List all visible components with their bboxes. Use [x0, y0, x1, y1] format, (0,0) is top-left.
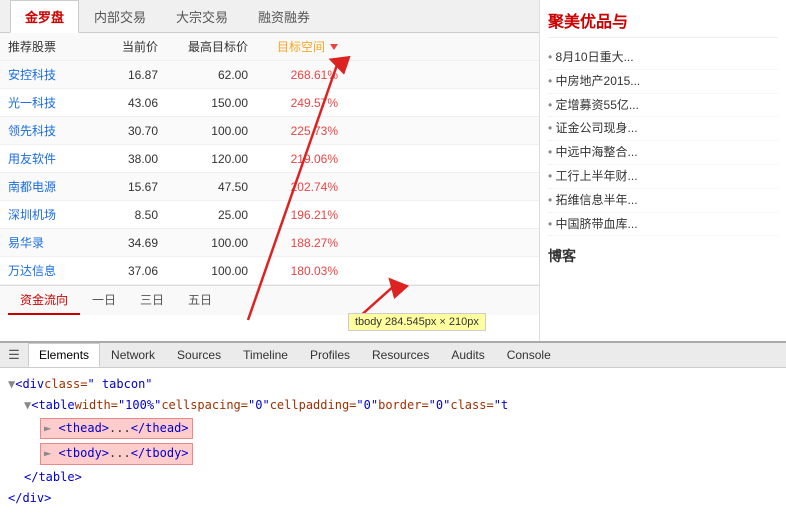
stock-name: 易华录 [8, 234, 88, 251]
stock-max-price: 25.00 [158, 208, 248, 222]
right-panel: 聚美优品与 8月10日重大...中房地产2015...定增募资55亿...证金公… [540, 0, 786, 350]
tab-internal-trade[interactable]: 内部交易 [79, 0, 161, 33]
news-list: 8月10日重大...中房地产2015...定增募资55亿...证金公司现身...… [548, 46, 778, 236]
stock-max-price: 47.50 [158, 180, 248, 194]
bottom-tab-资金流向[interactable]: 资金流向 [8, 286, 80, 315]
code-line: ► <thead>...</thead> [8, 416, 778, 441]
table-row[interactable]: 万达信息 37.06 100.00 180.03% [0, 257, 539, 285]
stock-name: 万达信息 [8, 262, 88, 279]
news-item[interactable]: 8月10日重大... [548, 46, 778, 70]
table-row[interactable]: 南都电源 15.67 47.50 202.74% [0, 173, 539, 201]
stock-max-price: 120.00 [158, 152, 248, 166]
bottom-tab-一日[interactable]: 一日 [80, 286, 128, 315]
devtools-tab-network[interactable]: Network [100, 343, 166, 367]
stock-cur-price: 34.69 [88, 236, 158, 250]
stock-cur-price: 8.50 [88, 208, 158, 222]
stock-name: 光一科技 [8, 94, 88, 111]
stock-max-price: 100.00 [158, 264, 248, 278]
code-line: </div> [8, 488, 778, 509]
table-row[interactable]: 深圳机场 8.50 25.00 196.21% [0, 201, 539, 229]
stock-cur-price: 16.87 [88, 68, 158, 82]
table-row[interactable]: 领先科技 30.70 100.00 225.73% [0, 117, 539, 145]
news-item[interactable]: 定增募资55亿... [548, 94, 778, 118]
stock-space: 188.27% [248, 236, 338, 250]
stock-table-body: 安控科技 16.87 62.00 268.61% 光一科技 43.06 150.… [0, 61, 539, 285]
col-header-price: 当前价 [88, 38, 158, 55]
stock-space: 225.73% [248, 124, 338, 138]
news-item[interactable]: 中房地产2015... [548, 70, 778, 94]
stock-space: 219.06% [248, 152, 338, 166]
news-item[interactable]: 证金公司现身... [548, 117, 778, 141]
devtools-icon-cursor[interactable]: ☰ [4, 343, 24, 367]
stock-space: 180.03% [248, 264, 338, 278]
stock-cur-price: 38.00 [88, 152, 158, 166]
bottom-tab-三日[interactable]: 三日 [128, 286, 176, 315]
devtools-tab-resources[interactable]: Resources [361, 343, 440, 367]
stock-name: 深圳机场 [8, 206, 88, 223]
stock-cur-price: 43.06 [88, 96, 158, 110]
stock-cur-price: 30.70 [88, 124, 158, 138]
tab-margin[interactable]: 融资融券 [243, 0, 325, 33]
devtools-tab-sources[interactable]: Sources [166, 343, 232, 367]
news-item[interactable]: 中远中海整合... [548, 141, 778, 165]
stock-space: 196.21% [248, 208, 338, 222]
stock-name: 安控科技 [8, 66, 88, 83]
bottom-tab-五日[interactable]: 五日 [176, 286, 224, 315]
table-row[interactable]: 安控科技 16.87 62.00 268.61% [0, 61, 539, 89]
stock-space: 249.57% [248, 96, 338, 110]
devtools-tab-profiles[interactable]: Profiles [299, 343, 361, 367]
tab-bar: 金罗盘 内部交易 大宗交易 融资融券 [0, 0, 539, 33]
stock-name: 用友软件 [8, 150, 88, 167]
code-line: ▼ <div class=" tabcon" [8, 374, 778, 395]
stock-name: 南都电源 [8, 178, 88, 195]
tab-block-trade[interactable]: 大宗交易 [161, 0, 243, 33]
stock-name: 领先科技 [8, 122, 88, 139]
stock-max-price: 100.00 [158, 236, 248, 250]
col-header-target: 最高目标价 [158, 38, 248, 55]
code-line: ▼ <table width="100%" cellspacing="0" ce… [8, 395, 778, 416]
devtools-code-area: ▼ <div class=" tabcon"▼ <table width="10… [0, 368, 786, 515]
stock-cur-price: 15.67 [88, 180, 158, 194]
tooltip-badge: tbody 284.545px × 210px [348, 313, 486, 331]
stock-space: 202.74% [248, 180, 338, 194]
col-header-stock: 推荐股票 [8, 38, 88, 55]
sort-arrow-icon [330, 44, 338, 50]
code-line: ► <tbody>...</tbody> [8, 441, 778, 466]
devtools-tab-bar: ☰ ElementsNetworkSourcesTimelineProfiles… [0, 343, 786, 368]
stock-cur-price: 37.06 [88, 264, 158, 278]
code-line: </table> [8, 467, 778, 488]
devtools-tab-timeline[interactable]: Timeline [232, 343, 299, 367]
table-row[interactable]: 用友软件 38.00 120.00 219.06% [0, 145, 539, 173]
stock-max-price: 100.00 [158, 124, 248, 138]
table-row[interactable]: 易华录 34.69 100.00 188.27% [0, 229, 539, 257]
devtools-tab-console[interactable]: Console [496, 343, 562, 367]
table-header: 推荐股票 当前价 最高目标价 目标空间 [0, 33, 539, 61]
devtools-panel: ☰ ElementsNetworkSourcesTimelineProfiles… [0, 341, 786, 515]
stock-max-price: 62.00 [158, 68, 248, 82]
company-title: 聚美优品与 [548, 8, 778, 38]
devtools-tab-audits[interactable]: Audits [440, 343, 495, 367]
col-header-space: 目标空间 [248, 38, 338, 55]
stock-max-price: 150.00 [158, 96, 248, 110]
tab-jinluopan[interactable]: 金罗盘 [10, 0, 79, 33]
blog-title: 博客 [548, 246, 778, 266]
table-row[interactable]: 光一科技 43.06 150.00 249.57% [0, 89, 539, 117]
devtools-tab-elements[interactable]: Elements [28, 343, 100, 367]
stock-space: 268.61% [248, 68, 338, 82]
news-item[interactable]: 中国脐带血库... [548, 213, 778, 237]
bottom-tabs: 资金流向一日三日五日 [0, 285, 539, 315]
news-item[interactable]: 拓维信息半年... [548, 189, 778, 213]
news-item[interactable]: 工行上半年财... [548, 165, 778, 189]
